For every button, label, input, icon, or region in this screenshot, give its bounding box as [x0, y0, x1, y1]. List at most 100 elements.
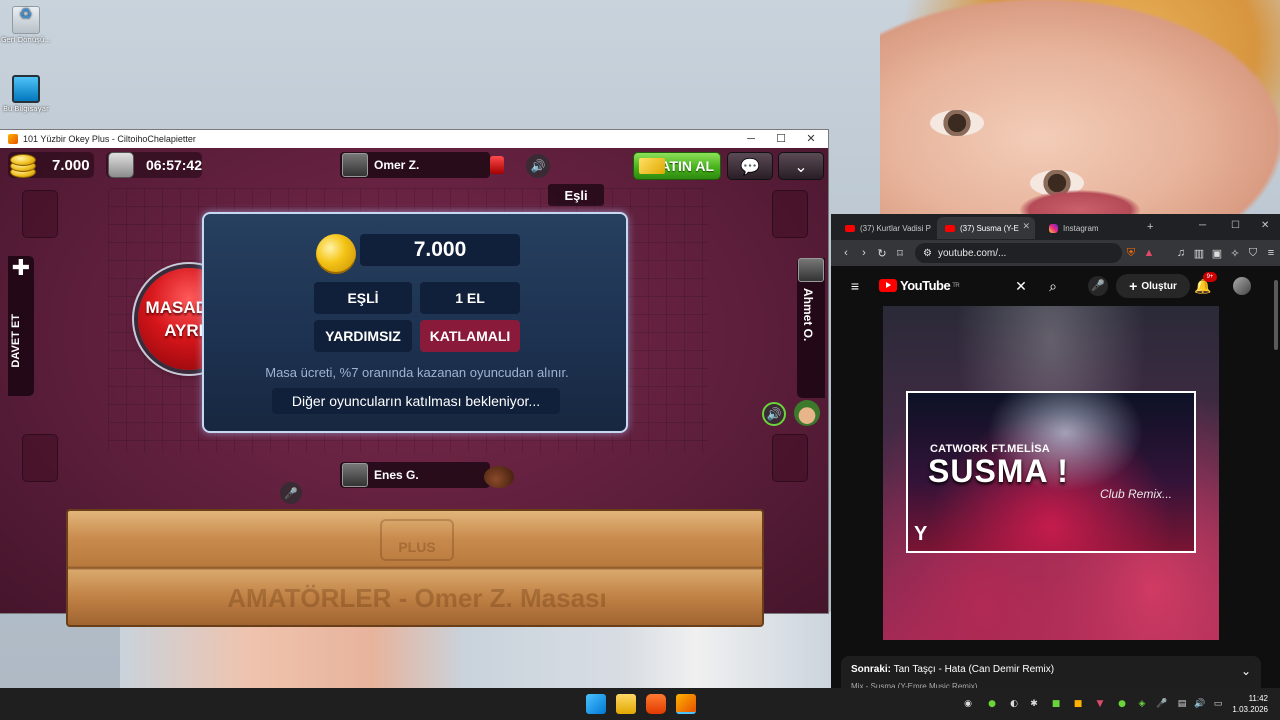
tray-app-icon[interactable]: ◈	[1136, 698, 1148, 710]
invite-label: DAVET ET	[10, 314, 22, 368]
instagram-icon	[1049, 223, 1058, 233]
bookmark-icon[interactable]: ⌑	[891, 247, 909, 260]
desktop-icon-label: Geri Dönüşü...	[0, 36, 52, 44]
plus-icon: ✚	[11, 256, 31, 281]
tab-label: (37) Susma (Y-E	[960, 223, 1019, 233]
file-explorer-icon[interactable]	[616, 694, 636, 714]
youtube-logo[interactable]: YouTube TR	[879, 278, 960, 293]
gift-icon[interactable]	[490, 156, 504, 174]
system-clock[interactable]: 11:42 1.03.2026	[1228, 693, 1268, 715]
rewards-icon[interactable]: ▲	[1140, 247, 1158, 259]
youtube-header: ≡ YouTube TR ✕ ⌕ 🎤 + Oluştur 🔔 9+	[831, 266, 1280, 306]
sidebar-icon[interactable]: ▥	[1190, 247, 1208, 260]
browser-tab-strip: (37) Kurtlar Vadisi P (37) Susma (Y-E ✕ …	[831, 214, 1280, 240]
microphone-icon[interactable]: 🎤	[280, 482, 302, 504]
tray-app-icon[interactable]: ●	[986, 698, 998, 710]
reload-icon[interactable]: ↻	[873, 247, 891, 260]
brave-shield-icon[interactable]: ⛨	[1122, 247, 1140, 260]
tray-app-icon[interactable]: ◐	[1008, 698, 1020, 710]
speaker-icon[interactable]: 🔊	[526, 154, 550, 178]
tab-kurtlar-vadisi[interactable]: (37) Kurtlar Vadisi P	[837, 217, 933, 239]
clock-date: 1.03.2026	[1232, 705, 1268, 714]
scrollbar[interactable]	[1274, 280, 1278, 350]
ticket-icon	[639, 158, 665, 174]
player-name: Ahmet O.	[801, 288, 815, 342]
game-window: 101 Yüzbir Okey Plus - CiltoihoChelapiet…	[0, 130, 828, 627]
tab-instagram[interactable]: Instagram	[1041, 217, 1137, 239]
close-button[interactable]: ✕	[796, 130, 826, 148]
maximize-icon[interactable]: ☐	[1231, 220, 1240, 231]
avatar	[342, 153, 368, 177]
tray-app-icon[interactable]: ■	[1072, 698, 1084, 710]
chevron-down-icon[interactable]: ⌄	[1241, 664, 1251, 678]
chip-balance: 7.000	[8, 152, 94, 178]
player-top[interactable]: Omer Z.	[340, 152, 490, 178]
vpn-icon[interactable]: ⛉	[1244, 247, 1262, 260]
address-bar[interactable]: ⚙ youtube.com/...	[915, 243, 1122, 263]
tray-app-icon[interactable]: ✱	[1028, 698, 1040, 710]
chat-button[interactable]: 💬	[727, 152, 773, 180]
menu-dropdown-button[interactable]: ⌄	[778, 152, 824, 180]
discard-slot-bottom-right[interactable]	[772, 434, 808, 482]
discard-slot-top-right[interactable]	[772, 190, 808, 238]
network-icon[interactable]: ▤	[1176, 698, 1188, 710]
forward-icon[interactable]: ›	[855, 247, 873, 259]
desktop-icon-recycle-bin[interactable]: Geri Dönüşü...	[0, 6, 52, 44]
create-button[interactable]: + Oluştur	[1116, 274, 1190, 298]
discard-slot-bottom-left[interactable]	[22, 434, 58, 482]
stake-amount: 7.000	[360, 234, 520, 266]
microphone-icon[interactable]: 🎤	[1156, 698, 1168, 710]
close-tab-icon[interactable]: ✕	[1022, 221, 1030, 232]
hamburger-menu-icon[interactable]: ≡	[845, 276, 865, 296]
timer-icon	[108, 152, 134, 178]
video-player[interactable]: CATWORK FT.MELİSA SUSMA ! Club Remix... …	[883, 306, 1219, 640]
search-icon[interactable]: ⌕	[1043, 276, 1063, 296]
up-next-bar[interactable]: Sonraki: Tan Taşçı - Hata (Can Demir Rem…	[841, 656, 1261, 691]
speaker-icon[interactable]: 🔊	[762, 402, 786, 426]
minimize-button[interactable]: ─	[736, 130, 766, 148]
tray-app-icon[interactable]: ◉	[962, 698, 974, 710]
tray-app-icon[interactable]: ▼	[1094, 698, 1106, 710]
buy-button[interactable]: SATIN AL	[633, 152, 721, 180]
up-next-title: Tan Taşçı - Hata (Can Demir Remix)	[893, 664, 1055, 675]
option-doubling: KATLAMALI	[420, 320, 520, 352]
jester-avatar-icon	[794, 400, 820, 426]
back-icon[interactable]: ‹	[837, 247, 855, 259]
game-table: 7.000 06:57:42 Omer Z. 🔊 SATIN AL 💬 ⌄ Eş…	[0, 148, 828, 627]
desktop-icon-computer[interactable]: Bu Bilgisayar	[0, 75, 52, 113]
coins-icon	[8, 150, 38, 180]
tab-susma[interactable]: (37) Susma (Y-E ✕	[937, 217, 1035, 239]
brave-browser-icon[interactable]	[646, 694, 666, 714]
voice-search-icon[interactable]: 🎤	[1088, 276, 1108, 296]
windows-start-icon[interactable]	[586, 694, 606, 714]
discard-slot-top-left[interactable]	[22, 190, 58, 238]
volume-icon[interactable]: 🔊	[1194, 698, 1206, 710]
okey-app-icon[interactable]	[676, 694, 696, 714]
invite-tab[interactable]: ✚ DAVET ET	[8, 256, 34, 396]
battery-icon[interactable]: ▭	[1212, 698, 1224, 710]
notification-count: 9+	[1203, 272, 1217, 282]
close-search-icon[interactable]: ✕	[1011, 276, 1031, 296]
plus-icon: +	[1129, 278, 1138, 294]
menu-icon[interactable]: ≡	[1262, 247, 1280, 259]
site-settings-icon[interactable]: ⚙	[923, 248, 932, 259]
player-bottom[interactable]: Enes G.	[340, 462, 490, 488]
up-next-text: Sonraki: Tan Taşçı - Hata (Can Demir Rem…	[851, 664, 1054, 675]
okey-app-icon	[8, 134, 18, 144]
youtube-wordmark: YouTube	[900, 278, 951, 293]
chip-amount: 7.000	[52, 156, 90, 174]
rack-logo: PLUS	[380, 519, 454, 561]
extensions-icon[interactable]: ✧	[1226, 247, 1244, 260]
cannon-icon[interactable]	[484, 466, 514, 488]
tray-app-icon[interactable]: ●	[1116, 698, 1128, 710]
tray-app-icon[interactable]: ■	[1050, 698, 1062, 710]
avatar[interactable]	[1233, 277, 1251, 295]
player-right[interactable]: Ahmet O.	[797, 258, 825, 398]
media-icon[interactable]: ♫	[1172, 247, 1190, 259]
maximize-button[interactable]: ☐	[766, 130, 796, 148]
close-icon[interactable]: ✕	[1261, 220, 1269, 231]
minimize-icon[interactable]: ─	[1199, 220, 1206, 231]
new-tab-icon[interactable]: +	[1147, 221, 1153, 233]
wallet-icon[interactable]: ▣	[1208, 247, 1226, 260]
tile-rack[interactable]: PLUS AMATÖRLER - Omer Z. Masası	[66, 509, 764, 627]
